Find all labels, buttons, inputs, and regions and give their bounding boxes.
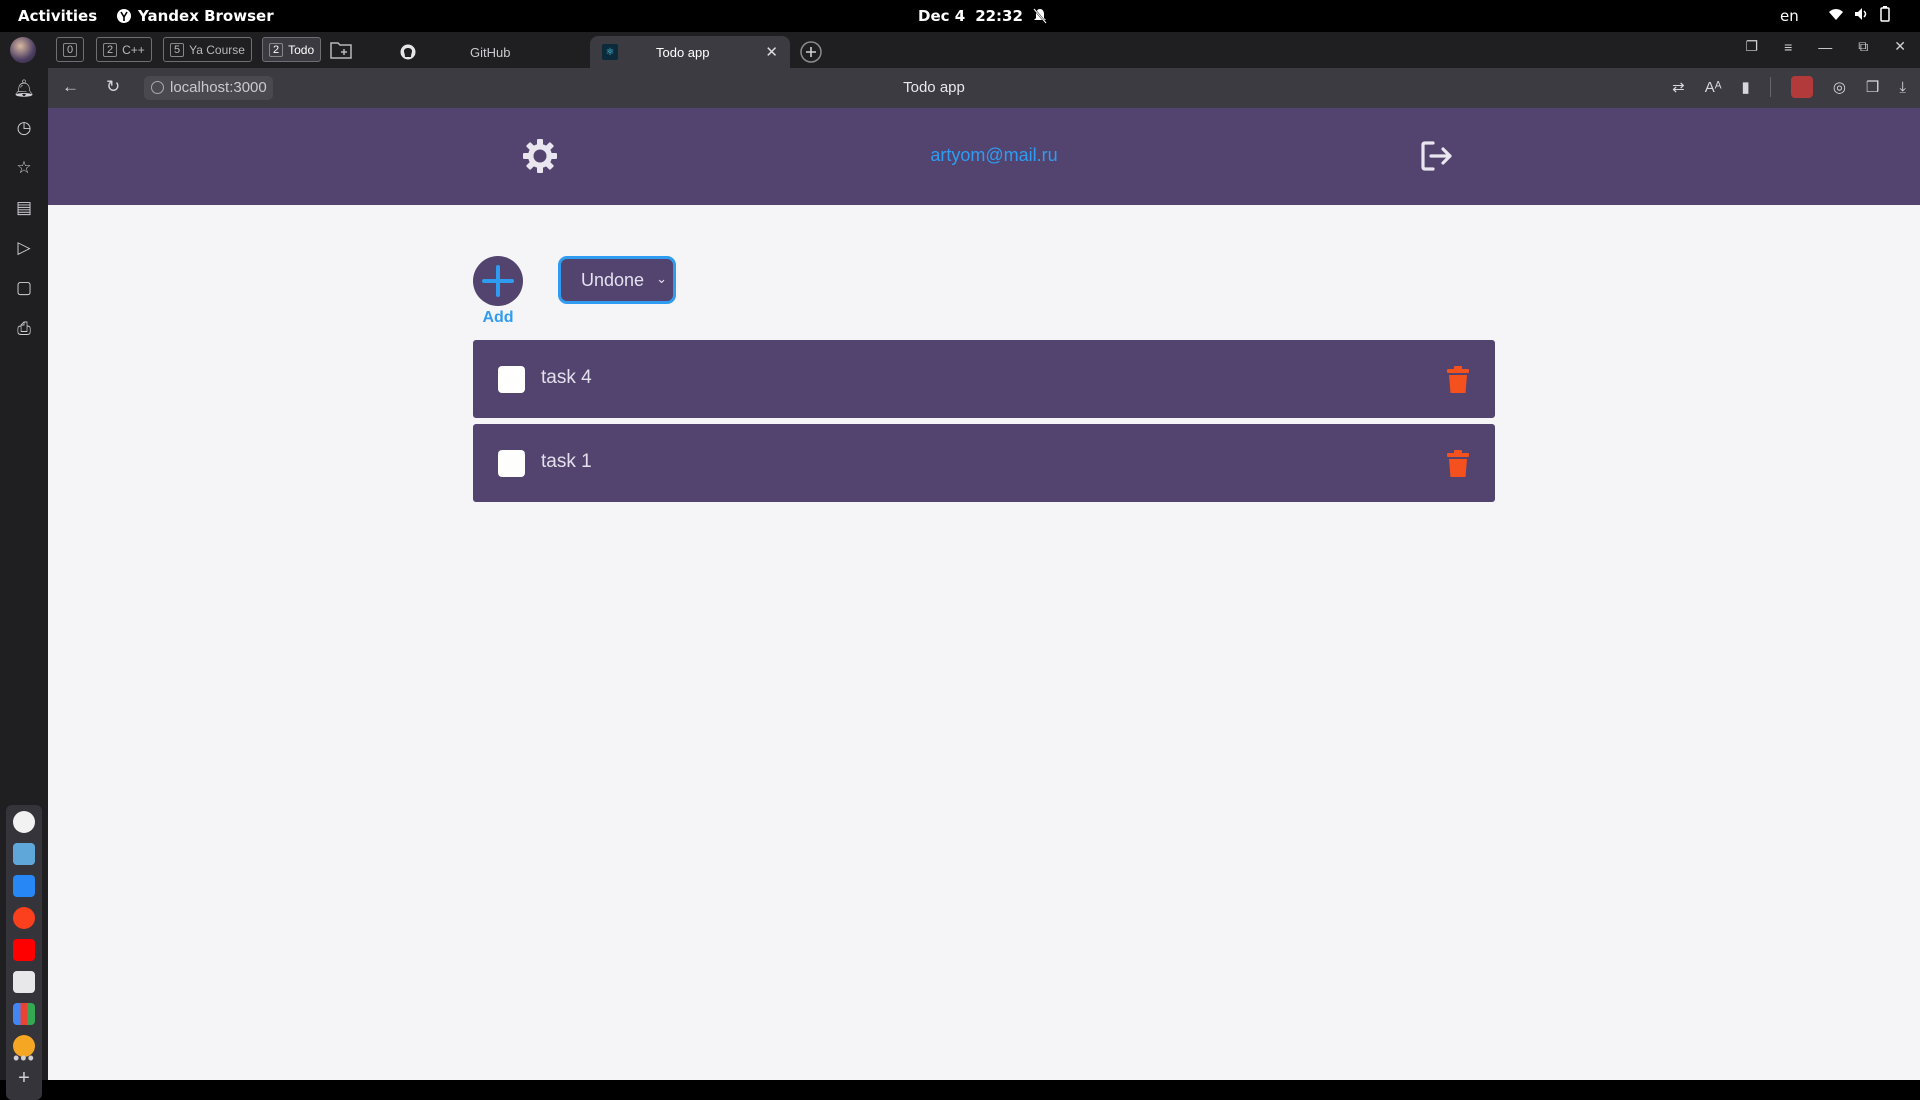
close-window-icon[interactable]: ✕ — [1894, 38, 1906, 55]
task-row: task 1 — [473, 424, 1495, 502]
task-checkbox[interactable] — [498, 366, 525, 393]
ninth-icon[interactable]: ▢ — [12, 276, 36, 300]
task-name: task 4 — [541, 367, 592, 388]
date-text: Dec 4 — [918, 7, 966, 25]
filter-selected-value: Undone — [581, 269, 645, 290]
home-icon: 0 — [63, 42, 78, 57]
menu-icon[interactable]: ≡ — [1784, 39, 1792, 55]
tabs-overview-icon[interactable]: ❐ — [1746, 38, 1759, 55]
history-clock-icon[interactable]: ◷ — [12, 116, 36, 140]
alice-icon[interactable]: ◎ — [1833, 78, 1846, 96]
yandex-logo-icon — [117, 9, 131, 23]
time-text: 22:32 — [975, 7, 1023, 25]
tab-todo-app[interactable]: ⚛ Todo app ✕ — [590, 36, 790, 68]
task-row: task 4 — [473, 340, 1495, 418]
trash-icon[interactable] — [1447, 366, 1469, 394]
browser-sidebar: 🔔︎ ◷ ☆ ▤ ▷ ▢ ⎙ + ••• — [0, 68, 48, 1100]
task-name: task 1 — [541, 451, 592, 472]
profile-avatar[interactable] — [10, 37, 36, 63]
battery-icon — [1880, 6, 1890, 22]
volume-icon — [1855, 8, 1867, 20]
user-email-link[interactable]: artyom@mail.ru — [648, 145, 1340, 166]
collections-toolbar-icon[interactable]: ❒ — [1866, 78, 1879, 96]
tab-group-ya-course[interactable]: 5 Ya Course — [163, 37, 252, 62]
downloads-icon[interactable]: ⤓ — [1899, 79, 1906, 96]
toolbar-divider — [1769, 77, 1771, 97]
logout-icon[interactable] — [1420, 140, 1454, 172]
chevron-down-icon: ⌄ — [656, 271, 667, 286]
tab-group-home[interactable]: 0 — [56, 37, 85, 62]
app-menu[interactable]: Yandex Browser — [117, 7, 274, 25]
react-favicon-icon: ⚛ — [602, 44, 618, 60]
minimize-icon[interactable]: — — [1818, 39, 1832, 55]
close-tab-icon[interactable]: ✕ — [765, 43, 778, 61]
window-controls: ❐ ≡ — ⧉ ✕ — [1746, 38, 1906, 55]
bell-icon[interactable]: 🔔︎ — [12, 77, 36, 101]
plus-icon — [482, 265, 514, 297]
new-tab-group-button[interactable] — [330, 37, 352, 62]
activities-button[interactable]: Activities — [18, 7, 97, 25]
reader-mode-icon[interactable]: Aᴬ — [1705, 79, 1722, 96]
tab-group-cpp[interactable]: 2 C++ — [96, 37, 152, 62]
toolbar-actions: ⇄ Aᴬ ▮ ◎ ❒ ⤓ — [1672, 76, 1906, 98]
youtube-icon[interactable] — [13, 939, 35, 961]
app-icon[interactable] — [13, 843, 35, 865]
trash-icon[interactable] — [1447, 450, 1469, 478]
more-dots-icon[interactable]: ••• — [13, 1048, 35, 1069]
system-top-bar: Activities Yandex Browser Dec 4 22:32 en — [0, 0, 1920, 32]
gmail-icon[interactable] — [13, 1003, 35, 1025]
github-icon — [400, 44, 416, 60]
task-checkbox[interactable] — [498, 450, 525, 477]
notifications-muted-icon — [1033, 8, 1047, 24]
bookmarks-star-icon[interactable]: ☆ — [12, 156, 36, 180]
wifi-icon — [1829, 9, 1843, 20]
translate-icon[interactable]: ⇄ — [1672, 78, 1685, 96]
web-app-icon[interactable] — [13, 971, 35, 993]
filter-select[interactable]: Undone ⌄ — [558, 256, 676, 304]
restore-icon[interactable]: ⧉ — [1858, 38, 1868, 55]
browser-toolbar: ← ↻ localhost:3000 Todo app ⇄ Aᴬ ▮ ◎ ❒ ⤓ — [48, 68, 1920, 108]
add-task-label[interactable]: Add — [473, 309, 523, 327]
add-task-button[interactable] — [473, 256, 523, 306]
folder-plus-icon — [330, 41, 352, 59]
github-app-icon[interactable] — [13, 811, 35, 833]
language-indicator[interactable]: en — [1780, 7, 1799, 25]
clock[interactable]: Dec 4 22:32 — [918, 7, 1047, 25]
screenshot-icon[interactable]: ⎙ — [12, 317, 36, 341]
tab-group-todo[interactable]: 2 Todo — [262, 37, 322, 62]
app-header: artyom@mail.ru — [48, 108, 1920, 205]
browser-tab-strip: 0 2 C++ 5 Ya Course 2 Todo GitHub ⚛ Todo… — [0, 32, 1920, 68]
extension-icon[interactable] — [1790, 76, 1813, 98]
add-app-icon[interactable]: + — [13, 1067, 35, 1089]
yandex-music-icon[interactable] — [13, 907, 35, 929]
vk-icon[interactable] — [13, 875, 35, 897]
page-viewport: artyom@mail.ru Add Undone ⌄ task 4 task … — [48, 108, 1920, 1080]
collections-icon[interactable]: ▤ — [12, 196, 36, 220]
new-tab-button[interactable] — [800, 36, 822, 68]
video-play-icon[interactable]: ▷ — [12, 236, 36, 260]
tab-github-title: GitHub — [470, 44, 511, 60]
bookmark-icon[interactable]: ▮ — [1742, 78, 1750, 96]
tab-todo-title: Todo app — [656, 44, 710, 60]
toolbar-page-title: Todo app — [903, 79, 965, 96]
settings-gear-icon[interactable] — [520, 136, 560, 176]
tab-github[interactable]: GitHub — [388, 36, 578, 68]
system-tray[interactable] — [1828, 6, 1890, 22]
plus-circle-icon — [800, 41, 822, 63]
app-name: Yandex Browser — [138, 7, 274, 25]
